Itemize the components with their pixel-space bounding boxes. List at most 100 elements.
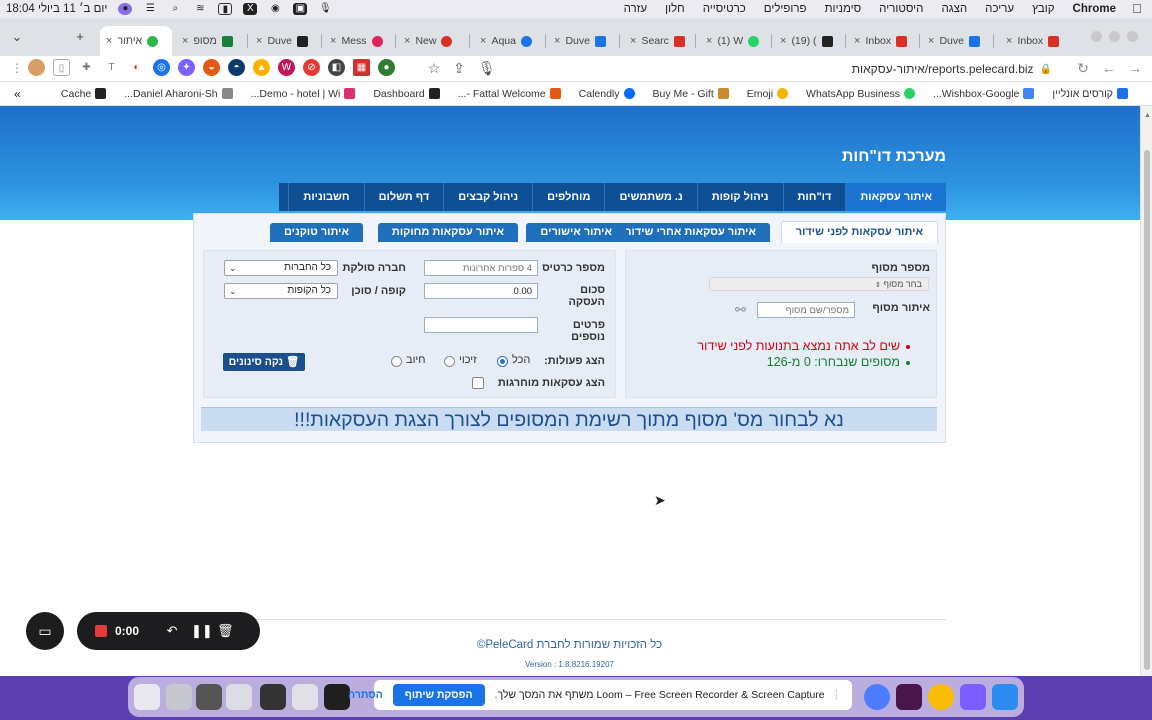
forward-icon[interactable]: → xyxy=(1128,61,1142,75)
terminal-search-input[interactable] xyxy=(757,302,855,318)
bookmark-item[interactable]: Emoji xyxy=(747,88,789,100)
nav-transactions-search[interactable]: איתור עסקאות xyxy=(845,183,946,211)
bookmark-item[interactable]: WhatsApp Business xyxy=(806,88,915,100)
dock-app-icon[interactable] xyxy=(292,684,318,710)
stop-recording-icon[interactable] xyxy=(95,625,107,637)
apple-icon[interactable]:  xyxy=(1130,2,1144,16)
lock-icon[interactable]: 🔒 xyxy=(1040,64,1052,75)
ext-icon[interactable]: ◧ xyxy=(328,59,345,76)
ext-icon[interactable]: ▦ xyxy=(353,59,370,76)
minimize-icon[interactable] xyxy=(1091,31,1102,42)
tab[interactable]: × Duve xyxy=(922,26,994,56)
undo-icon[interactable]: ↶ xyxy=(165,623,179,639)
tab[interactable]: × Searc xyxy=(624,26,696,56)
share-icon[interactable]: ⇪ xyxy=(452,61,466,75)
clear-filters-button[interactable]: 🗑 נקה סינונים xyxy=(223,353,305,371)
menu-dots-icon[interactable]: ⋮ xyxy=(10,61,24,75)
zoom-icon[interactable] xyxy=(1109,31,1120,42)
dock-app-icon[interactable] xyxy=(226,684,252,710)
tab[interactable]: × Mess xyxy=(324,26,396,56)
tab[interactable]: × Duve xyxy=(250,26,322,56)
radio-credit[interactable] xyxy=(444,356,455,367)
menu-bookmarks[interactable]: סימניות xyxy=(825,3,862,15)
launchpad-icon[interactable] xyxy=(960,684,986,710)
tab-active[interactable]: × איתור xyxy=(100,26,172,56)
radio-debit[interactable] xyxy=(391,356,402,367)
dock-app-icon[interactable] xyxy=(196,684,222,710)
ext-icon[interactable]: ▲ xyxy=(253,59,270,76)
finder-icon[interactable] xyxy=(992,684,1018,710)
address-bar[interactable]: 🔒 reports.pelecard.biz/איתור-עסקאות xyxy=(470,59,1060,79)
ext-icon[interactable]: ● xyxy=(378,59,395,76)
terminal-app-icon[interactable] xyxy=(324,684,350,710)
battery-icon[interactable]: ▮ xyxy=(218,3,233,15)
close-window-icon[interactable] xyxy=(1127,31,1138,42)
terminal-select[interactable]: בחר מסוף ⇕ xyxy=(709,277,929,291)
microphone-icon[interactable]: 🎙 xyxy=(318,3,332,15)
bookmark-item[interactable]: Daniel Aharoni-Sh... xyxy=(124,88,233,100)
wifi-icon[interactable]: ≋ xyxy=(193,3,207,15)
bookmark-item[interactable]: Fattal Welcome -... xyxy=(458,88,561,100)
tab-before-transmit[interactable]: איתור עסקאות לפני שידור xyxy=(780,221,938,243)
nav-reports[interactable]: דו"חות xyxy=(782,183,846,211)
ext-icon[interactable]: ✦ xyxy=(178,59,195,76)
amount-input[interactable] xyxy=(424,283,538,299)
tab[interactable]: × Inbox xyxy=(848,26,920,56)
card-number-input[interactable] xyxy=(424,260,538,276)
menubar-clock[interactable]: יום ב׳ 11 ביולי 18:04 xyxy=(6,3,107,15)
tab[interactable]: × New xyxy=(398,26,470,56)
menu-tab[interactable]: כרטיסייה xyxy=(703,3,746,15)
ext-icon[interactable]: ◒ xyxy=(203,59,220,76)
drag-handle-icon[interactable]: ⁞ xyxy=(835,688,838,702)
bookmark-item[interactable]: Demo - hotel | Wi... xyxy=(251,88,356,100)
hide-button[interactable]: הסתרה xyxy=(348,689,383,701)
siri-icon[interactable]: ● xyxy=(118,3,133,15)
chrome-icon[interactable] xyxy=(928,684,954,710)
register-select[interactable]: כל הקופות ⌄ xyxy=(224,283,338,299)
camera-toggle-button[interactable]: ▭ xyxy=(26,612,64,650)
menu-app-chrome[interactable]: Chrome xyxy=(1073,3,1116,15)
ext-icon[interactable]: ◎ xyxy=(153,59,170,76)
menu-profiles[interactable]: פרופילים xyxy=(764,3,807,15)
nav-replaced[interactable]: מוחלפים xyxy=(532,183,604,211)
show-excluded-checkbox[interactable] xyxy=(472,377,484,389)
bookmark-item[interactable]: Cache xyxy=(61,88,107,100)
nav-registers[interactable]: ניהול קופות xyxy=(696,183,783,211)
tab-approvals[interactable]: איתור אישורים xyxy=(526,223,626,242)
bookmark-item[interactable]: Buy Me - Gift xyxy=(653,88,729,100)
tab[interactable]: × מסופ xyxy=(176,26,248,56)
back-icon[interactable]: ← xyxy=(1102,61,1116,75)
ext-icon[interactable]: W xyxy=(278,59,295,76)
text-icon[interactable]: T xyxy=(103,59,120,76)
tab[interactable]: × (1) W xyxy=(700,26,772,56)
sidepanel-icon[interactable]: ▯ xyxy=(53,59,70,76)
screen-capture-icon[interactable]: ▣ xyxy=(293,3,308,15)
radio-all[interactable] xyxy=(497,356,508,367)
menu-window[interactable]: חלון xyxy=(665,3,685,15)
ext-icon[interactable]: ◐ xyxy=(128,59,145,76)
bookmark-item[interactable]: קורסים אונליין xyxy=(1052,88,1128,100)
tab[interactable]: × (19) ( xyxy=(774,26,846,56)
tab-deleted[interactable]: איתור עסקאות מחוקות xyxy=(377,223,518,242)
company-select[interactable]: כל החברות ⌄ xyxy=(224,260,338,276)
menu-file[interactable]: קובץ xyxy=(1032,3,1054,15)
tab[interactable]: × Aqua xyxy=(474,26,546,56)
menu-view[interactable]: הצגה xyxy=(941,3,967,15)
menu-help[interactable]: עזרה xyxy=(624,3,648,15)
profile-avatar[interactable] xyxy=(28,59,45,76)
page-scrollbar[interactable]: ▲ xyxy=(1140,106,1152,676)
menu-history[interactable]: היסטוריה xyxy=(879,3,923,15)
close-tab-icon[interactable]: × xyxy=(106,35,112,47)
slack-icon[interactable] xyxy=(896,684,922,710)
loom-app-icon[interactable] xyxy=(864,684,890,710)
tab[interactable]: × Duve xyxy=(548,26,620,56)
bookmark-star-icon[interactable]: ☆ xyxy=(427,61,441,75)
ext-icon[interactable]: ◓ xyxy=(228,59,245,76)
more-bookmarks-icon[interactable]: » xyxy=(14,87,21,101)
extensions-icon[interactable]: ✚ xyxy=(78,59,95,76)
bookmark-item[interactable]: Wishbox-Google... xyxy=(933,88,1035,100)
nav-users[interactable]: נ. משתמשים xyxy=(604,183,696,211)
tab-after-transmit[interactable]: איתור עסקאות אחרי שידור xyxy=(611,223,770,242)
bookmark-item[interactable]: Dashboard xyxy=(373,88,440,100)
calculator-icon[interactable] xyxy=(260,684,286,710)
